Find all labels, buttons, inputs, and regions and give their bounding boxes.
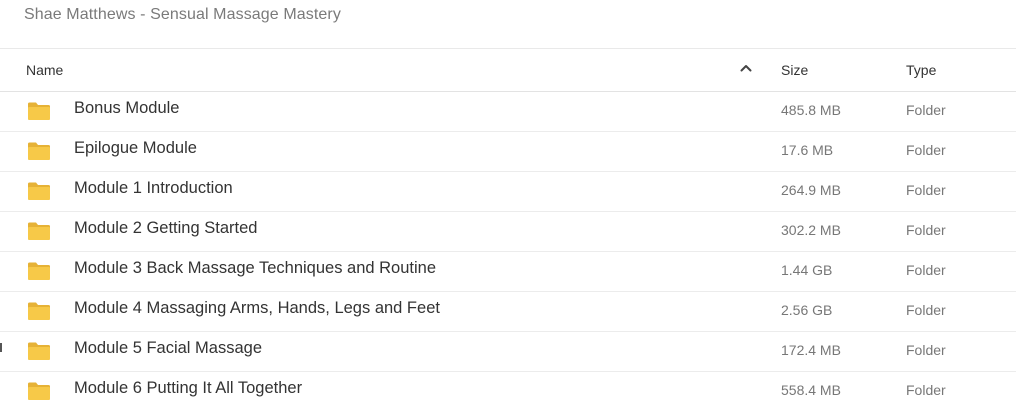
folder-icon [28,222,50,240]
table-row[interactable]: Bonus Module 485.8 MB Folder [0,92,1016,132]
row-type: Folder [906,302,946,318]
breadcrumb[interactable]: Shae Matthews - Sensual Massage Mastery [24,6,341,24]
folder-icon [28,142,50,160]
row-name[interactable]: Module 6 Putting It All Together [74,379,302,398]
table-row[interactable]: Epilogue Module 17.6 MB Folder [0,132,1016,172]
table-row[interactable]: Module 6 Putting It All Together 558.4 MB… [0,372,1016,409]
row-type: Folder [906,342,946,358]
row-size: 558.4 MB [781,382,841,398]
row-size: 17.6 MB [781,142,834,158]
folder-icon [28,102,50,120]
row-size: 172.4 MB [781,342,841,358]
row-size: 1.44 GB [781,262,833,278]
row-size: 2.56 GB [781,302,833,318]
column-header-name[interactable]: Name [26,62,63,78]
row-name[interactable]: Module 3 Back Massage Techniques and Rou… [74,259,436,278]
row-size: 302.2 MB [781,222,841,238]
row-name[interactable]: Bonus Module [74,99,180,118]
row-name[interactable]: Epilogue Module [74,139,197,158]
row-name[interactable]: Module 1 Introduction [74,179,233,198]
row-type: Folder [906,222,946,238]
column-header-size[interactable]: Size [781,62,808,78]
folder-icon [28,182,50,200]
table-row[interactable]: Module 1 Introduction 264.9 MB Folder [0,172,1016,212]
row-type: Folder [906,182,946,198]
table-body: Bonus Module 485.8 MB Folder Epilogue Modul… [0,92,1016,409]
row-type: Folder [906,262,946,278]
row-name[interactable]: Module 4 Massaging Arms, Hands, Legs and… [74,299,440,318]
row-name[interactable]: Module 2 Getting Started [74,219,257,238]
table-row[interactable]: Module 3 Back Massage Techniques and Rou… [0,252,1016,292]
file-table: Name Size Type Bonus Module 485.8 MB Folde… [0,48,1016,409]
table-row[interactable]: Module 4 Massaging Arms, Hands, Legs and… [0,292,1016,332]
row-type: Folder [906,382,946,398]
row-size: 264.9 MB [781,182,841,198]
table-row[interactable]: Module 2 Getting Started 302.2 MB Folder [0,212,1016,252]
file-browser: Shae Matthews - Sensual Massage Mastery … [0,0,1016,409]
row-type: Folder [906,102,946,118]
column-header-type[interactable]: Type [906,62,936,78]
row-size: 485.8 MB [781,102,841,118]
table-header: Name Size Type [0,48,1016,92]
row-type: Folder [906,142,946,158]
row-name[interactable]: Module 5 Facial Massage [74,339,262,358]
folder-icon [28,342,50,360]
folder-icon [28,382,50,400]
scroll-edge-marker [0,343,2,352]
table-row[interactable]: Module 5 Facial Massage 172.4 MB Folder [0,332,1016,372]
chevron-up-icon[interactable] [738,60,754,76]
folder-icon [28,302,50,320]
folder-icon [28,262,50,280]
